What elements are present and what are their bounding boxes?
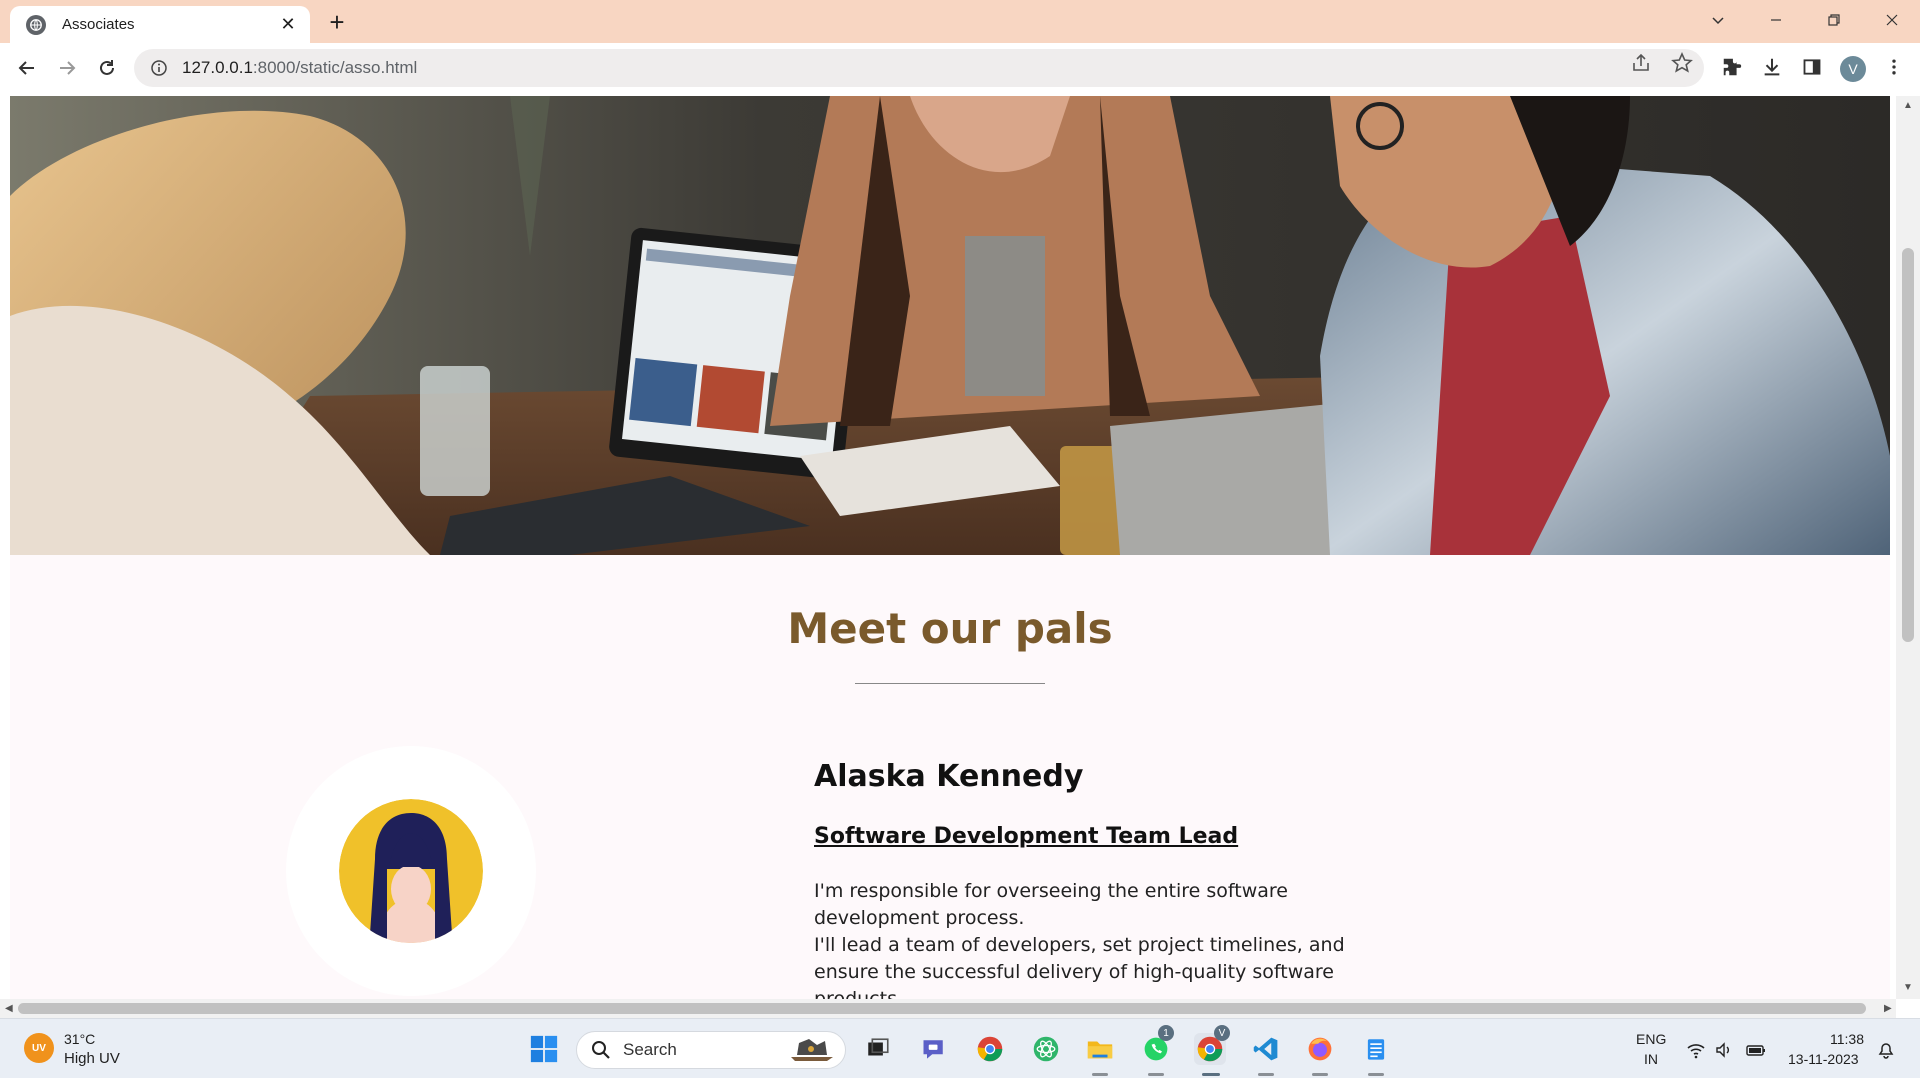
extensions-icon[interactable] [1720, 55, 1744, 79]
profile-avatar-button[interactable]: V [1840, 56, 1866, 82]
url-text: 127.0.0.1:8000/static/asso.html [182, 58, 418, 77]
description-line-2: I'll lead a team of developers, set proj… [814, 934, 1345, 999]
weather-temperature[interactable]: 31°C [64, 1031, 95, 1047]
chrome-profile-badge: V [1214, 1025, 1230, 1041]
firefox-icon[interactable] [1304, 1033, 1336, 1065]
minimize-icon[interactable] [1748, 0, 1804, 40]
scroll-left-arrow-icon[interactable]: ◀ [5, 1003, 13, 1014]
scroll-down-arrow-icon[interactable]: ▼ [1903, 982, 1913, 993]
whatsapp-running-indicator [1148, 1073, 1164, 1076]
page-viewport: Meet our pals Alaska Kennedy Software De… [10, 96, 1890, 999]
member-avatar [339, 799, 483, 943]
scroll-right-arrow-icon[interactable]: ▶ [1884, 1003, 1892, 1014]
task-view-icon[interactable] [862, 1033, 894, 1065]
section-title: Meet our pals [787, 604, 1113, 653]
teams-chat-icon[interactable] [918, 1033, 950, 1065]
member-description: I'm responsible for overseeing the entir… [814, 878, 1414, 999]
tab-title: Associates [62, 16, 135, 33]
address-bar[interactable]: 127.0.0.1:8000/static/asso.html [134, 49, 1704, 87]
site-info-icon[interactable] [150, 59, 168, 77]
vscode-running-indicator [1258, 1073, 1274, 1076]
hero-image [10, 96, 1890, 555]
member-role: Software Development Team Lead [814, 824, 1239, 849]
clock-date[interactable]: 13-11-2023 [1788, 1051, 1859, 1067]
side-panel-icon[interactable] [1800, 55, 1824, 79]
scroll-up-arrow-icon[interactable]: ▲ [1903, 100, 1913, 111]
title-divider [855, 683, 1045, 684]
search-highlight-icon [791, 1039, 833, 1061]
wifi-icon[interactable] [1686, 1041, 1706, 1059]
notification-bell-icon[interactable] [1876, 1041, 1896, 1059]
chrome-canary-icon[interactable] [974, 1033, 1006, 1065]
weather-description[interactable]: High UV [64, 1050, 120, 1067]
vscode-icon[interactable] [1250, 1033, 1282, 1065]
globe-icon [26, 14, 46, 35]
chrome-active-indicator [1202, 1073, 1220, 1076]
tab-search-chevron-icon[interactable] [1690, 0, 1746, 40]
notepad-running-indicator [1368, 1073, 1384, 1076]
file-explorer-icon[interactable] [1084, 1033, 1116, 1065]
search-label: Search [623, 1040, 677, 1059]
close-window-icon[interactable] [1864, 0, 1920, 40]
battery-icon[interactable] [1746, 1041, 1766, 1059]
windows-start-icon[interactable] [528, 1033, 560, 1065]
volume-icon[interactable] [1714, 1041, 1734, 1059]
browser-toolbar: 127.0.0.1:8000/static/asso.html V [0, 43, 1920, 93]
restore-icon[interactable] [1806, 0, 1862, 40]
member-name: Alaska Kennedy [814, 759, 1084, 794]
notepad-icon[interactable] [1360, 1033, 1392, 1065]
region-indicator[interactable]: IN [1644, 1051, 1658, 1067]
share-icon[interactable] [1630, 52, 1652, 74]
explorer-running-indicator [1092, 1073, 1108, 1076]
vertical-scroll-thumb[interactable] [1902, 248, 1914, 642]
description-line-1: I'm responsible for overseeing the entir… [814, 880, 1288, 929]
whatsapp-badge: 1 [1158, 1025, 1174, 1041]
tab-close-icon[interactable]: ✕ [278, 14, 298, 35]
taskbar-search[interactable]: Search [576, 1031, 846, 1069]
reload-icon[interactable] [90, 51, 124, 85]
tab-strip: Associates ✕ + [0, 0, 1920, 43]
download-icon[interactable] [1760, 55, 1784, 79]
windows-taskbar: UV 31°C High UV Search 1 V ENG IN 11:38 … [0, 1018, 1920, 1078]
new-tab-button[interactable]: + [322, 8, 352, 36]
bookmark-star-icon[interactable] [1671, 52, 1693, 74]
search-icon [592, 1041, 610, 1059]
horizontal-scroll-thumb[interactable] [18, 1003, 1866, 1014]
clock-time[interactable]: 11:38 [1830, 1031, 1864, 1047]
atom-app-icon[interactable] [1030, 1033, 1062, 1065]
weather-uv-icon[interactable]: UV [24, 1033, 54, 1063]
back-icon[interactable] [10, 51, 44, 85]
firefox-running-indicator [1312, 1073, 1328, 1076]
language-indicator[interactable]: ENG [1636, 1031, 1666, 1047]
tab-associates[interactable]: Associates ✕ [10, 6, 310, 43]
kebab-menu-icon[interactable] [1882, 55, 1906, 79]
forward-icon[interactable] [50, 51, 84, 85]
